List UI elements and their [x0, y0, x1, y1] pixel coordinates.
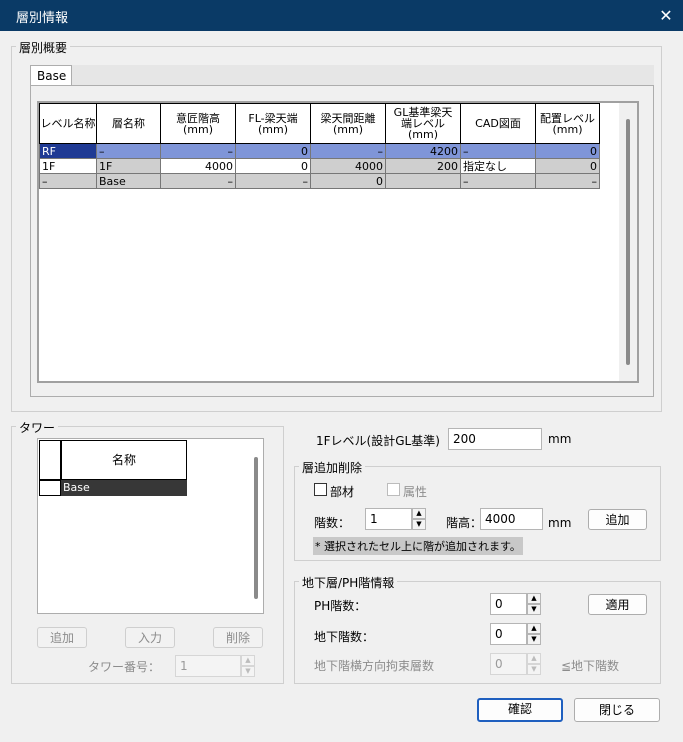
cell[interactable]: – [310, 143, 386, 159]
table-row[interactable]: – Base – – 0 – – [39, 173, 600, 189]
grid-scroll-track[interactable] [619, 103, 637, 381]
constraint-down-icon[interactable]: ▼ [527, 664, 541, 675]
cell[interactable]: – [160, 143, 236, 159]
tower-number-up-icon[interactable]: ▲ [241, 655, 255, 666]
col-layer-name[interactable]: 層名称 [96, 103, 161, 144]
level-label: 1Fレベル(設計GL基準) [316, 434, 440, 448]
attr-label: 属性 [403, 485, 428, 499]
ph-up-icon[interactable]: ▲ [527, 593, 541, 604]
level-input[interactable]: 200 [448, 428, 542, 450]
height-unit: mm [548, 516, 572, 530]
basement-label: 地下階数： [314, 630, 375, 644]
cell[interactable]: 4200 [385, 143, 461, 159]
floor-add-group-label: 層追加削除 [299, 459, 366, 476]
tower-list-header[interactable]: 名称 [61, 440, 187, 480]
cell[interactable]: RF [39, 143, 97, 159]
col-beam-distance[interactable]: 梁天間距離 (mm) [310, 103, 386, 144]
cell[interactable]: 0 [310, 173, 386, 189]
floor-table: レベル名称 層名称 意匠階高 (mm) FL-梁天端 (mm) 梁天間距離 (m… [39, 103, 600, 189]
basement-input[interactable]: 0 [490, 623, 527, 645]
cell[interactable]: – [460, 173, 536, 189]
cell[interactable]: 200 [385, 158, 461, 174]
member-checkbox[interactable] [314, 483, 327, 496]
ph-label: PH階数： [314, 599, 367, 613]
tower-input-button[interactable]: 入力 [125, 627, 175, 648]
constraint-input[interactable]: 0 [490, 653, 527, 675]
cell[interactable]: 0 [535, 158, 600, 174]
tower-delete-button[interactable]: 削除 [213, 627, 263, 648]
tower-group-label: タワー [16, 419, 59, 436]
cell[interactable]: – [460, 143, 536, 159]
floor-add-button[interactable]: 追加 [588, 509, 647, 530]
floor-grid: レベル名称 層名称 意匠階高 (mm) FL-梁天端 (mm) 梁天間距離 (m… [37, 101, 639, 383]
cell[interactable]: Base [96, 173, 161, 189]
tower-number-down-icon[interactable]: ▼ [241, 666, 255, 677]
tab-strip [30, 65, 654, 85]
count-label: 階数： [314, 516, 351, 530]
constraint-up-icon[interactable]: ▲ [527, 653, 541, 664]
cell[interactable]: – [96, 143, 161, 159]
cell[interactable] [385, 173, 461, 189]
cell[interactable]: 4000 [160, 158, 236, 174]
count-input[interactable]: 1 [365, 508, 412, 530]
col-gl-beam-level[interactable]: GL基準梁天 端レベル (mm) [385, 103, 461, 144]
count-up-icon[interactable]: ▲ [412, 508, 426, 519]
cell[interactable]: 1F [96, 158, 161, 174]
tower-number-input[interactable]: 1 [175, 655, 241, 677]
count-down-icon[interactable]: ▼ [412, 519, 426, 530]
cell[interactable]: 0 [235, 158, 311, 174]
cell[interactable]: 1F [39, 158, 97, 174]
cell[interactable]: 0 [235, 143, 311, 159]
tower-list-corner [39, 440, 61, 480]
col-fl-beam-top[interactable]: FL-梁天端 (mm) [235, 103, 311, 144]
tower-row-base[interactable]: Base [61, 480, 187, 496]
basement-down-icon[interactable]: ▼ [527, 634, 541, 645]
table-row[interactable]: 1F 1F 4000 0 4000 200 指定なし 0 [39, 158, 600, 174]
level-unit: mm [548, 432, 572, 446]
grid-scroll-thumb[interactable] [626, 119, 630, 365]
cell[interactable]: 4000 [310, 158, 386, 174]
table-row[interactable]: RF – – 0 – 4200 – 0 [39, 143, 600, 159]
ph-input[interactable]: 0 [490, 593, 527, 615]
tower-list: 名称 Base [37, 438, 264, 614]
title-bar: 層別情報 ✕ [0, 0, 683, 31]
floor-add-note: * 選択されたセル上に階が追加されます。 [313, 537, 523, 555]
close-icon[interactable]: ✕ [649, 0, 683, 31]
col-level-name[interactable]: レベル名称 [39, 103, 97, 144]
basement-group-label: 地下層/PH階情報 [299, 574, 398, 591]
constraint-label: 地下階横方向拘束層数 [314, 659, 435, 673]
cell[interactable]: 0 [535, 143, 600, 159]
tab-base[interactable]: Base [30, 65, 72, 86]
summary-group-label: 層別概要 [16, 39, 71, 56]
apply-button[interactable]: 適用 [588, 594, 647, 615]
ph-down-icon[interactable]: ▼ [527, 604, 541, 615]
cell[interactable]: – [535, 173, 600, 189]
col-design-height[interactable]: 意匠階高 (mm) [160, 103, 236, 144]
constraint-suffix: ≦地下階数 [561, 659, 620, 673]
tower-scroll-thumb[interactable] [254, 457, 258, 599]
cell[interactable]: – [39, 173, 97, 189]
ok-button[interactable]: 確認 [477, 698, 563, 722]
tower-row-marker[interactable] [39, 480, 61, 496]
tower-number-label: タワー番号： [88, 660, 161, 674]
window-title: 層別情報 [16, 11, 69, 26]
member-label: 部材 [330, 485, 355, 499]
floor-table-header: レベル名称 層名称 意匠階高 (mm) FL-梁天端 (mm) 梁天間距離 (m… [39, 103, 600, 144]
col-cad-drawing[interactable]: CAD図面 [460, 103, 536, 144]
height-input[interactable]: 4000 [480, 508, 543, 530]
tower-add-button[interactable]: 追加 [37, 627, 87, 648]
attr-checkbox[interactable] [387, 483, 400, 496]
basement-up-icon[interactable]: ▲ [527, 623, 541, 634]
cell[interactable]: – [160, 173, 236, 189]
cell[interactable]: – [235, 173, 311, 189]
cell[interactable]: 指定なし [460, 158, 536, 174]
height-label: 階高： [446, 516, 483, 530]
close-button[interactable]: 閉じる [574, 698, 660, 722]
col-placement-level[interactable]: 配置レベル (mm) [535, 103, 600, 144]
